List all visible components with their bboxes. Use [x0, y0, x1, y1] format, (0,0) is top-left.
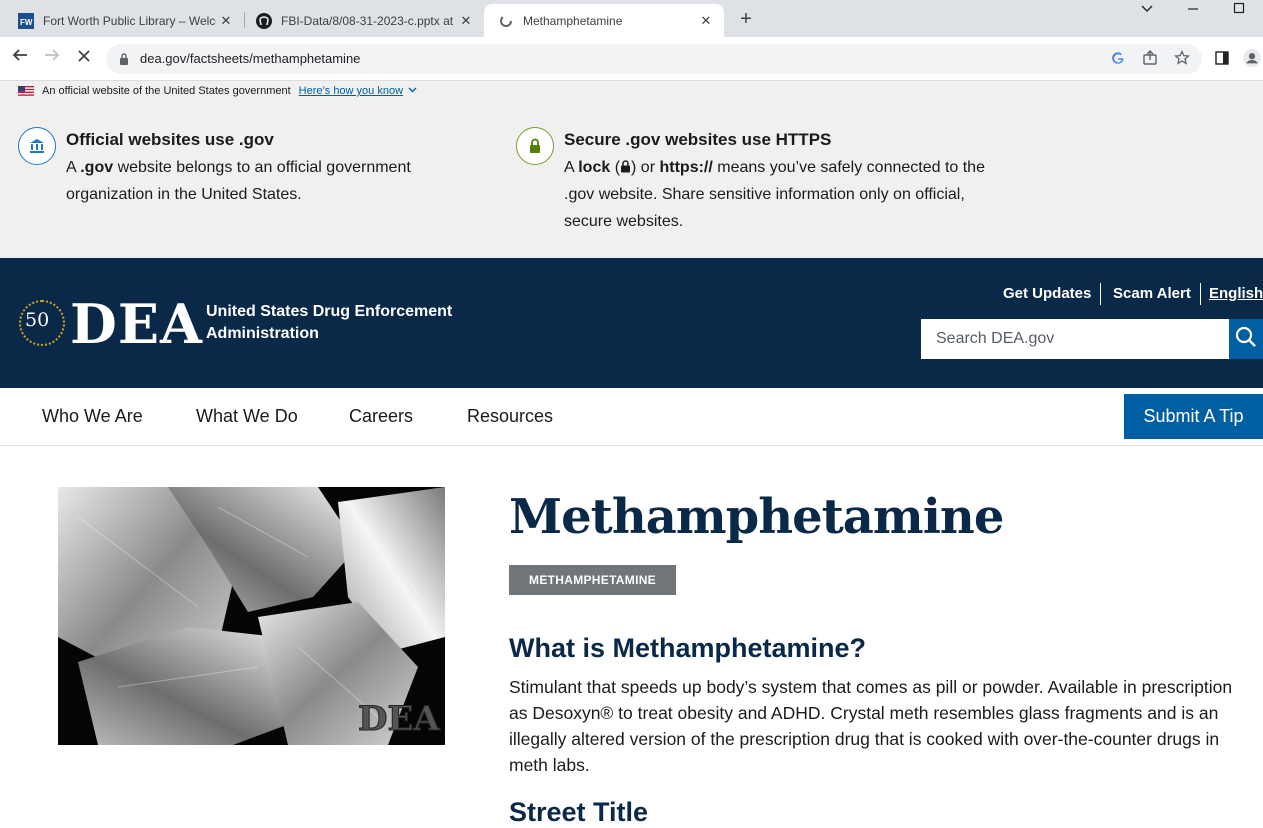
nav-who-we-are[interactable]: Who We Are — [42, 406, 143, 427]
tab-github-fbi-data[interactable]: FBI-Data/8/08-31-2023-c.pptx at ✕ — [238, 4, 484, 37]
tab-methamphetamine[interactable]: Methamphetamine ✕ — [484, 4, 724, 37]
methamphetamine-image: DEA — [58, 487, 445, 745]
scam-alert-link[interactable]: Scam Alert — [1113, 285, 1191, 302]
street-title-heading: Street Title — [509, 797, 649, 827]
description-text: Stimulant that speeds up body’s system t… — [509, 677, 1233, 775]
topic-tag[interactable]: METHAMPHETAMINE — [509, 565, 676, 595]
lock-icon[interactable] — [119, 52, 129, 65]
https-description: A lock () or https:// means you’ve safel… — [564, 159, 985, 230]
main-navigation — [0, 388, 1263, 446]
library-favicon-icon: FW — [18, 12, 34, 29]
gov-title: Official websites use .gov — [66, 130, 274, 149]
agency-name[interactable]: United States Drug Enforcement Administr… — [206, 301, 466, 345]
logo-50-text: 50 — [25, 309, 50, 331]
nav-what-we-do[interactable]: What We Do — [196, 406, 298, 427]
https-title: Secure .gov websites use HTTPS — [564, 130, 832, 149]
share-icon[interactable] — [1141, 49, 1159, 67]
new-tab-button[interactable]: + — [735, 8, 757, 30]
nav-careers[interactable]: Careers — [349, 406, 413, 427]
us-flag-icon — [18, 86, 34, 96]
tab-title: Fort Worth Public Library – Welcome — [43, 13, 216, 28]
loading-favicon-icon — [498, 13, 514, 29]
gov-banner-header: An official website of the United States… — [18, 85, 417, 97]
bookmark-star-icon[interactable] — [1173, 49, 1191, 67]
close-tab-icon[interactable]: ✕ — [216, 13, 236, 29]
minimize-icon[interactable] — [1186, 2, 1200, 22]
language-english-link[interactable]: English — [1209, 285, 1263, 302]
close-tab-icon[interactable]: ✕ — [696, 13, 716, 29]
search-box — [921, 319, 1240, 359]
close-tab-icon[interactable]: ✕ — [456, 13, 476, 29]
svg-text:FW: FW — [20, 18, 33, 27]
chevron-down-icon[interactable] — [408, 85, 417, 97]
util-divider — [1200, 283, 1201, 305]
government-building-icon — [18, 127, 56, 165]
side-panel-icon[interactable] — [1213, 49, 1231, 67]
maximize-icon[interactable] — [1232, 2, 1246, 22]
profile-avatar-icon[interactable] — [1243, 49, 1261, 67]
forward-arrow-icon[interactable] — [40, 46, 64, 70]
tab-fort-worth-library[interactable]: FW Fort Worth Public Library – Welcome ✕ — [0, 4, 244, 37]
tab-title: FBI-Data/8/08-31-2023-c.pptx at — [281, 13, 454, 28]
stop-loading-icon[interactable] — [72, 46, 96, 70]
url-text[interactable]: dea.gov/factsheets/methamphetamine — [140, 51, 360, 66]
submit-a-tip-button[interactable]: Submit A Tip — [1124, 394, 1263, 439]
github-favicon-icon — [256, 12, 272, 29]
gov-description: A .gov website belongs to an official go… — [66, 159, 411, 203]
image-dea-watermark: DEA — [358, 699, 440, 739]
dea-logo-wordmark[interactable]: DEA — [70, 292, 203, 356]
heres-how-you-know-link[interactable]: Here’s how you know — [299, 85, 403, 97]
back-arrow-icon[interactable] — [8, 46, 32, 70]
secure-lock-icon — [516, 127, 554, 165]
get-updates-link[interactable]: Get Updates — [1003, 285, 1091, 302]
tab-search-chevron-icon[interactable] — [1138, 2, 1156, 22]
official-website-text: An official website of the United States… — [42, 85, 291, 97]
nav-resources[interactable]: Resources — [467, 406, 553, 427]
page-title: Methamphetamine — [509, 489, 1004, 545]
search-input[interactable] — [922, 320, 1240, 358]
util-divider — [1100, 283, 1101, 305]
search-button[interactable] — [1229, 319, 1263, 359]
inline-lock-icon — [620, 159, 631, 176]
tab-title: Methamphetamine — [523, 13, 623, 28]
section-heading: What is Methamphetamine? — [509, 633, 867, 663]
search-icon — [1235, 326, 1257, 353]
google-icon[interactable] — [1109, 49, 1127, 67]
